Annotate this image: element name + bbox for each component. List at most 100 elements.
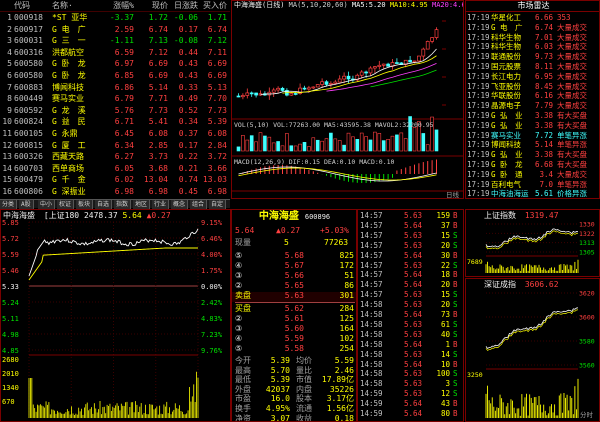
stock-row[interactable]: 14 600703 西单商场 6.05 3.68 0.21 3.66 [0,164,230,175]
intraday-chart[interactable]: 中海海盛 [上证180 2478.37 5.64 ▲0.27 5.85 9.15%… [0,209,231,422]
stock-price: 7.13 [148,36,168,46]
radar-row[interactable]: 17:19 G 电 广 6.74 大量成交 [467,24,599,33]
radar-row[interactable]: 17:19 G 卧 通 3.4 大量成交 [467,171,599,180]
sh-index-panel[interactable]: 上证指数 1319.47 1330 1322 1313 1305 7689 [465,209,600,277]
tick-volume: 18 [440,270,450,280]
tick-direction: S [453,230,458,240]
tab-8[interactable]: 行业 [152,200,170,209]
sz-index-canvas[interactable]: 3620 3600 3580 3560 3250 [466,279,599,421]
radar-value: 7.72 [534,130,553,140]
stock-row[interactable]: 12 600815 G 厦 工 6.34 2.85 0.17 2.84 [0,141,230,152]
stock-row[interactable]: 15 600479 G 千 金 6.02 13.04 0.74 13.03 [0,175,230,186]
kline-canvas[interactable] [232,1,464,199]
daily-label[interactable]: 日线 [446,192,459,198]
tick-list: 14:57 5.63 159 B 14:57 5.64 37 B 14:57 5.63 15 S 14:… [357,209,464,422]
stock-change-pct: 5.76 [114,105,134,115]
stock-diff: 0.45 [178,187,198,196]
stock-change-pct: 6.34 [114,140,134,150]
radar-time: 17:19 [467,189,490,199]
dif-line [238,166,437,182]
radar-value: 9.73 [534,52,553,62]
volume-bar [307,146,311,152]
tab-5[interactable]: 自选 [95,200,113,209]
stock-change-pct: -1.11 [109,36,134,46]
macd-label: MACD(12,26,9) DIF:0.15 DEA:0.10 MACD:0.1… [234,158,395,166]
volume-bar [359,132,364,152]
stock-row[interactable]: 6 600580 G 卧 龙 6.85 6.69 0.43 6.69 [0,71,230,82]
radar-event: 大量成交 [557,52,587,62]
tick-price: 5.63 [403,329,422,339]
stock-row[interactable]: 11 600105 G 永鼎 6.45 6.08 0.37 6.08 [0,129,230,140]
stock-list-header: 代码 名称· 涨幅% 现价 日涨跌 买入价 [0,1,230,12]
header-name[interactable]: 名称· [52,2,73,10]
tab-9[interactable]: 概念 [171,200,189,209]
radar-event: 价格异涨 [557,189,587,199]
stock-price: 5.41 [148,117,168,127]
tab-11[interactable]: 自定 [209,200,227,209]
tab-3[interactable]: 权证 [57,200,75,209]
tab-0[interactable]: 分类 [0,200,18,209]
tick-volume: 73 [440,310,450,319]
tab-2[interactable]: 中小 [38,200,56,209]
tab-10[interactable]: 组合 [190,200,208,209]
header-change[interactable]: 涨幅% [100,2,134,10]
tab-4[interactable]: 板块 [76,200,94,209]
stock-change-pct: 6.59 [114,47,134,57]
radar-row[interactable]: 17:19 联通股份 9.73 大量成交 [467,52,599,62]
sh-index-canvas[interactable]: 133013221313 1305 7689 [466,210,599,276]
intraday-canvas[interactable]: 5.85 9.15% 5.72 6.46% 5.59 4.00% 5.46 1.75% 5.33… [1,210,230,421]
tick-volume: 1 [445,339,450,349]
volume-bar [355,139,360,152]
stock-change-pct: 6.85 [114,71,134,80]
volume-bar [289,145,294,152]
radar-row[interactable]: 17:19 G 卧 龙 6.68 有大买盘 [467,161,599,170]
radar-row[interactable]: 17:19 G 弘 业 3.38 有大买盘 [467,112,599,121]
stock-code: 600580 [14,59,43,69]
stock-row[interactable]: 9 600592 G 龙 溪 5.76 7.73 0.52 7.73 [0,106,230,117]
radar-row[interactable]: 17:19 G 弘 业 3.38 有大买盘 [467,120,599,131]
tick-row: 14:58 5.63 14 S [358,351,463,361]
stock-row[interactable]: 7 600883 博闻科技 6.86 5.14 0.33 5.13 [0,83,230,94]
stock-price: 7.12 [148,47,168,57]
stock-row[interactable]: 10 600824 G 益 民 6.71 5.41 0.34 5.39 [0,117,230,128]
kline-chart[interactable]: 中海海盛(日线) MA(5,10,20,60) MA5:5.20 MA10:4.… [231,0,464,199]
stock-row[interactable]: 13 600326 西藏天路 6.27 3.73 0.22 3.72 [0,152,230,163]
tab-6[interactable]: 指数 [114,200,132,209]
stock-row[interactable]: 4 600316 洪都航空 6.59 7.12 0.44 7.11 [0,48,230,59]
index-tick: 1305 [579,249,595,257]
volume-bar [421,133,426,152]
radar-row[interactable]: 17:19 晶源电子 7.79 大量成交 [467,102,599,111]
quote-current-row: 现量 5 77263 [232,239,356,249]
tab-1[interactable]: A股 [19,200,34,209]
radar-row[interactable]: 17:19 长江电力 6.95 大量成交 [467,73,599,82]
stock-code: 600326 [14,152,43,162]
header-price[interactable]: 现价 [136,2,168,10]
buy-level-number: ② [235,314,243,323]
radar-row[interactable]: 17:19 中海油海运 5.61 价格异涨 [467,189,599,199]
stock-row[interactable]: 2 600917 G 电 广 2.59 6.74 0.17 6.74 [0,25,230,36]
left-price-tick: 5.59 [2,251,19,259]
stock-row[interactable]: 3 600031 G 三 一 -1.11 7.13 -0.08 7.12 [0,36,230,47]
stock-price: 7.71 [148,94,168,104]
stock-row[interactable]: 1 000918 *ST 亚华 -3.37 1.72 -0.06 1.71 [0,13,230,24]
candle-body [373,66,377,69]
sz-footer-label[interactable]: 分时 [580,412,593,419]
radar-row[interactable]: 17:19 华星化工 6.66 353 [467,14,599,23]
ma-line [370,69,437,88]
tick-price: 5.63 [403,300,422,310]
stock-code: 600316 [14,47,43,57]
header-diff[interactable]: 日涨跌 [170,2,198,10]
radar-row[interactable]: 17:19 国元股票 8.11 大量成交 [467,62,599,72]
tick-row: 14:59 5.64 80 B [358,410,463,420]
header-code[interactable]: 代码 [14,2,30,10]
header-bid[interactable]: 买入价 [199,2,227,10]
radar-stock-name: G 弘 业 [491,120,523,130]
radar-stock-name: 科华生物 [491,42,521,52]
stock-row[interactable]: 8 600449 赛马实业 6.79 7.71 0.49 7.70 [0,94,230,105]
radar-row[interactable]: 17:19 G 弘 业 3.38 有大买盘 [467,151,599,160]
sz-index-panel[interactable]: 深证成指 3606.62 3620 3600 3580 3560 3250 分时 [465,278,600,422]
stock-row[interactable]: 16 600806 G 深振业 6.98 6.98 0.45 6.98 [0,187,230,198]
tab-7[interactable]: 地区 [133,200,151,209]
stock-row[interactable]: 5 600580 G 卧 龙 6.97 6.69 0.43 6.69 [0,59,230,70]
radar-stock-name: 国元股票 [491,62,521,71]
